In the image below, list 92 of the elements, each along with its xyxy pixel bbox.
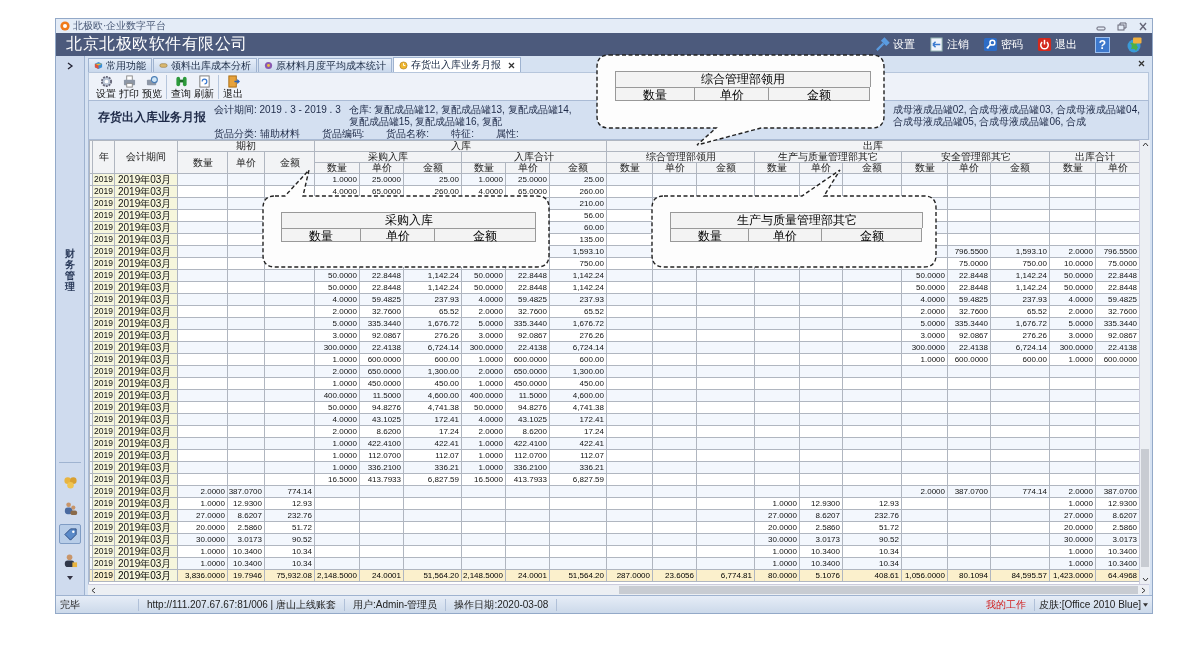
column-header: 单价	[505, 162, 550, 174]
column-header: 单价	[652, 162, 697, 174]
toolbar-button[interactable]: 打印	[118, 74, 140, 99]
column-header: 会计期间	[114, 140, 178, 174]
filter-text: 会计期间: 2019 . 3 - 2019 . 3	[214, 104, 341, 116]
printer-icon	[122, 74, 136, 88]
column-header: 年	[92, 140, 115, 174]
callout-column-header: 数量	[615, 87, 694, 101]
column-header: 单价	[359, 162, 404, 174]
close-icon[interactable]	[508, 61, 515, 69]
status-text: 用户:Admin-管理员	[345, 598, 447, 611]
wrench-icon	[875, 37, 890, 52]
tab[interactable]: 常用功能	[88, 58, 152, 72]
caret-icon[interactable]	[67, 576, 73, 580]
person-icon	[62, 552, 78, 568]
callout-title: 采购入库	[281, 212, 536, 228]
tag-icon	[62, 526, 78, 542]
callout-column-header: 金额	[434, 228, 536, 242]
cube-icon	[94, 61, 103, 70]
header-action[interactable]: 密码	[983, 37, 1023, 52]
clock-icon	[399, 60, 408, 70]
disc-icon	[264, 61, 273, 70]
app-logo-icon	[60, 21, 70, 31]
tab[interactable]: 领料出库成本分析	[153, 58, 257, 72]
toolbar-button[interactable]: 预览	[141, 74, 163, 99]
toolbar-button[interactable]: 设置	[95, 74, 117, 99]
scrollbar-thumb[interactable]	[1141, 449, 1149, 567]
filter-text: 属性:	[495, 128, 519, 140]
column-header: 数量	[461, 162, 506, 174]
header-action[interactable]: 退出	[1037, 37, 1077, 52]
callout-column-header: 单价	[360, 228, 434, 242]
expand-icon[interactable]	[66, 62, 74, 70]
company-name: 北京北极欧软件有限公司	[66, 34, 248, 54]
scrollbar-thumb[interactable]	[619, 586, 1138, 594]
header-action[interactable]: 注销	[929, 37, 969, 52]
scroll-icon	[159, 61, 168, 70]
scroll-up-icon[interactable]	[1141, 142, 1149, 147]
skin-selector[interactable]: 皮肤:[Office 2010 Blue]	[1034, 597, 1152, 612]
scroll-right-icon[interactable]	[1141, 586, 1146, 594]
door-icon	[226, 74, 240, 88]
tab[interactable]: 存货出入库业务月报	[393, 57, 521, 72]
people-icon	[62, 500, 78, 516]
callout-title: 生产与质量管理部其它	[670, 212, 923, 228]
window-title: 北极欧·企业数字平台	[73, 20, 167, 32]
preview-icon	[145, 74, 159, 88]
filter-text: 特征:	[451, 128, 474, 140]
tab[interactable]: 原材料月度平均成本统计	[258, 58, 392, 72]
column-header: 数量	[901, 162, 948, 174]
filter-text: 货品分类: 辅助材料	[214, 128, 300, 140]
restore-icon[interactable]	[1117, 21, 1127, 31]
column-header: 数量	[314, 162, 360, 174]
my-work-link[interactable]: 我的工作	[977, 598, 1035, 611]
callout-column-header: 金额	[768, 87, 870, 101]
logout-icon	[929, 37, 944, 52]
column-header: 数量	[754, 162, 800, 174]
column-header: 数量	[606, 162, 653, 174]
scroll-down-icon[interactable]	[1141, 577, 1149, 582]
callout-column-header: 数量	[281, 228, 360, 242]
power-icon	[1037, 37, 1052, 52]
report-title: 存货出入库业务月报	[98, 110, 206, 124]
toolbar-button[interactable]: 退出	[222, 74, 244, 99]
binoculars-icon	[174, 74, 188, 88]
horizontal-scrollbar[interactable]	[88, 584, 1149, 595]
column-header: 数量	[1049, 162, 1096, 174]
callout-column-header: 单价	[748, 228, 821, 242]
status-text: 完毕	[56, 598, 139, 611]
column-header: 单价	[1095, 162, 1140, 174]
toolbar-button[interactable]: 查询	[170, 74, 192, 99]
callout-title: 综合管理部领用	[615, 71, 871, 87]
filter-text: 仓库: 复配成品罐12, 复配成品罐13, 复配成品罐14, 复配成品罐15, 复配成品罐16, 复配	[348, 104, 573, 128]
callout-column-header: 单价	[694, 87, 768, 101]
refresh-icon	[197, 74, 211, 88]
vertical-scrollbar[interactable]	[1139, 140, 1150, 584]
callout-column-header: 金额	[821, 228, 922, 242]
callout-column-header: 数量	[670, 228, 748, 242]
filter-text: 货品编码:	[321, 128, 365, 140]
toolbar-button[interactable]: 刷新	[193, 74, 215, 99]
filter-text: 货品名称:	[386, 128, 430, 140]
close-icon[interactable]	[1138, 60, 1145, 67]
column-header: 单价	[799, 162, 843, 174]
filter-text: 成母液成品罐02, 合成母液成品罐03, 合成母液成品罐04, 合成母液成品罐05, 合成母液成品罐06, 合成	[892, 104, 1141, 128]
coins-icon	[62, 474, 78, 490]
header-action[interactable]: 设置	[875, 37, 915, 52]
caret-icon	[1143, 602, 1148, 607]
key-icon	[983, 37, 998, 52]
sidebar-section-label: 财务管理	[65, 248, 75, 292]
status-text: 操作日期:2020-03-08	[446, 598, 558, 611]
scroll-left-icon[interactable]	[91, 586, 96, 594]
column-header: 单价	[947, 162, 991, 174]
status-text: http://111.207.67.67:81/006 | 唐山上线账套	[139, 598, 345, 611]
globe-icon[interactable]	[1126, 36, 1142, 53]
help-button[interactable]: ?	[1095, 36, 1110, 53]
